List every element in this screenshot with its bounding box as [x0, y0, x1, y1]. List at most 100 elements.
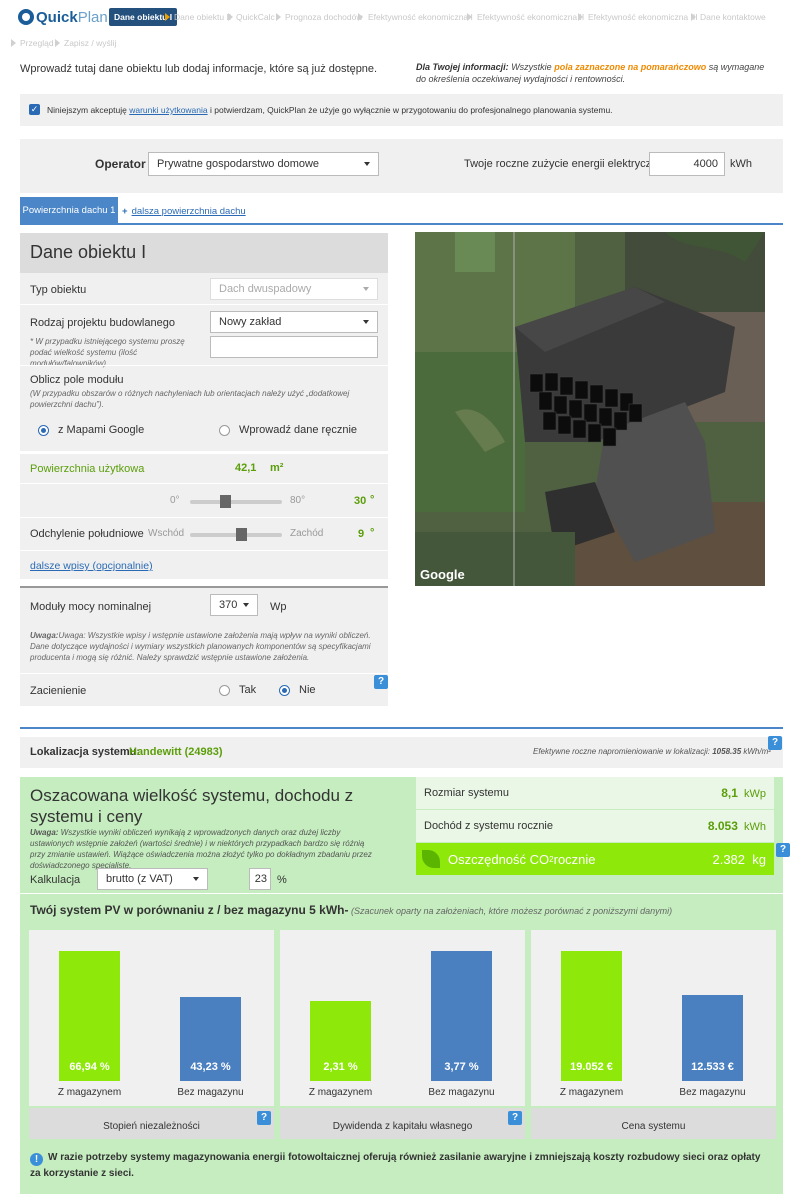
divider — [20, 673, 388, 674]
object-form-top: Typ obiektu Dach dwuspadowy Rodzaj proje… — [20, 273, 388, 451]
step-arrow-icon — [228, 13, 233, 21]
radio-google[interactable]: z Mapami Google — [38, 424, 144, 436]
radio-no-icon — [279, 684, 290, 696]
step-arrow-icon — [578, 13, 583, 21]
radio-shading-no[interactable]: Nie — [279, 684, 316, 696]
tilt-unit: ° — [370, 494, 375, 506]
info-mid: Wszystkie — [508, 62, 555, 72]
tilt-max: 80° — [290, 495, 306, 506]
warning-bold: Uwaga: — [30, 631, 59, 640]
step-prognoza[interactable]: Prognoza dochodów — [285, 8, 363, 26]
calc-select-value: brutto (z VAT) — [106, 873, 173, 885]
tilt-slider[interactable] — [190, 495, 282, 508]
chart-category-label: Bez magazynu — [428, 1087, 495, 1098]
metric-size: Rozmiar systemu 8,1 kWp — [416, 777, 774, 809]
help-icon[interactable]: ? — [776, 843, 790, 857]
tilt-min: 0° — [170, 495, 180, 506]
terms-post: i potwierdzam, QuickPlan że użyje go wył… — [207, 105, 613, 115]
help-icon[interactable]: ? — [768, 736, 782, 750]
radio-yes-label: Tak — [239, 684, 257, 696]
terms-checkbox[interactable]: ✓ — [29, 104, 40, 115]
income-label: Dochód z systemu rocznie — [424, 820, 553, 832]
metric-co2: Oszczędność CO 2 rocznie 2.382 kg — [416, 843, 774, 875]
step-dane-obiektu-2[interactable]: Dane obiektu II — [174, 8, 231, 26]
chart-bar: 3,77 % — [431, 951, 492, 1081]
chart-title: Stopień niezależności — [29, 1108, 274, 1139]
help-icon[interactable]: ? — [374, 675, 388, 689]
step-zapisz[interactable]: Zapisz / wyślij — [64, 34, 116, 52]
step-arrow-icon — [165, 13, 170, 21]
step-efektywnosc-2[interactable]: Efektywność ekonomiczna II — [477, 8, 584, 26]
azimuth-left: Wschód — [148, 528, 185, 539]
help-icon[interactable]: ? — [257, 1111, 271, 1125]
azimuth-right: Zachód — [290, 528, 324, 539]
calc-label: Kalkulacja — [30, 874, 81, 886]
azimuth-slider-handle[interactable] — [235, 528, 247, 541]
satellite-map[interactable]: Google — [415, 232, 765, 586]
terms-pre: Niniejszym akceptuję — [47, 105, 130, 115]
chart-category-label: Z magazynem — [559, 1087, 624, 1098]
shading-label: Zacienienie — [30, 685, 87, 697]
radio-no-label: Nie — [299, 684, 316, 696]
tilt-value: 30 — [354, 495, 367, 507]
step-przeglad[interactable]: Przegląd — [20, 34, 54, 52]
more-entries-link[interactable]: dalsze wpisy (opcjonalnie) — [30, 560, 153, 572]
add-roof-link[interactable]: + dalsza powierzchnia dachu — [122, 206, 246, 217]
module-select[interactable]: 370 — [210, 594, 258, 616]
azimuth-unit: ° — [370, 527, 375, 539]
info-label: Dla Twojej informacji: — [416, 62, 509, 72]
wizard-nav: Quick Plan Dane obiektu I Dane obiektu I… — [0, 0, 800, 56]
divider — [20, 304, 388, 305]
type-select: Dach dwuspadowy — [210, 278, 378, 300]
azimuth-label: Odchylenie południowe — [30, 528, 144, 540]
usage-unit: kWh — [730, 158, 752, 170]
map-image — [415, 232, 765, 586]
vat-input[interactable]: 23 — [249, 868, 271, 890]
logo-text-light: Plan — [77, 8, 108, 26]
radio-manual[interactable]: Wprowadź dane ręcznie — [219, 424, 357, 436]
radio-google-label: z Mapami Google — [58, 424, 145, 436]
help-icon[interactable]: ? — [508, 1111, 522, 1125]
terms-link[interactable]: warunki użytkowania — [129, 105, 207, 115]
object-title: Dane obiektu I — [30, 242, 147, 262]
tilt-slider-handle[interactable] — [219, 495, 231, 508]
chart-category-label: Z magazynem — [57, 1087, 122, 1098]
existing-system-input[interactable] — [210, 336, 378, 358]
chart-bar: 66,94 % — [59, 951, 120, 1081]
azimuth-slider[interactable] — [190, 528, 282, 541]
radio-shading-yes[interactable]: Tak — [219, 684, 256, 696]
irr-value: 1058.35 — [712, 747, 742, 756]
size-value: 8,1 — [721, 786, 738, 800]
co2-label-end: rocznie — [553, 851, 596, 867]
step-quickcalc[interactable]: QuickCalc — [236, 8, 275, 26]
logo-icon — [18, 9, 34, 25]
info-note: Dla Twojej informacji: Wszystkie pola za… — [416, 61, 776, 85]
step-dane-kontaktowe[interactable]: Dane kontaktowe — [700, 8, 766, 26]
calc-select[interactable]: brutto (z VAT) — [97, 868, 208, 890]
vat-unit: % — [277, 874, 287, 886]
object-header: Dane obiektu I — [20, 233, 388, 273]
chevron-down-icon — [243, 603, 249, 607]
chevron-down-icon — [363, 287, 369, 291]
operator-select[interactable]: Prywatne gospodarstwo domowe — [148, 152, 379, 176]
chart-bar: 2,31 % — [310, 1001, 371, 1081]
divider — [20, 483, 388, 484]
chart-bar: 12.533 € — [682, 995, 743, 1081]
radio-yes-icon — [219, 684, 230, 696]
step-efektywnosc-1[interactable]: Efektywność ekonomiczna I — [368, 8, 473, 26]
location-label: Lokalizacja systemu: — [30, 746, 141, 758]
type-label: Typ obiektu — [30, 284, 87, 296]
chart-bar: 19.052 € — [561, 951, 622, 1081]
divider — [20, 550, 388, 551]
chevron-down-icon — [364, 162, 370, 166]
module-warning: Uwaga:Uwaga: Wszystkie wpisy i wstępnie … — [30, 630, 382, 663]
tab-roof-1[interactable]: Powierzchnia dachu 1 — [20, 197, 118, 224]
radio-google-icon — [38, 424, 49, 436]
terms-text: Niniejszym akceptuję warunki użytkowania… — [47, 105, 613, 115]
step-efektywnosc-3[interactable]: Efektywność ekonomiczna III — [588, 8, 698, 26]
type-select-value: Dach dwuspadowy — [219, 283, 312, 295]
usage-input[interactable]: 4000 — [649, 152, 725, 176]
module-unit: Wp — [270, 601, 287, 613]
project-select[interactable]: Nowy zakład — [210, 311, 378, 333]
info-icon: ! — [30, 1153, 43, 1166]
